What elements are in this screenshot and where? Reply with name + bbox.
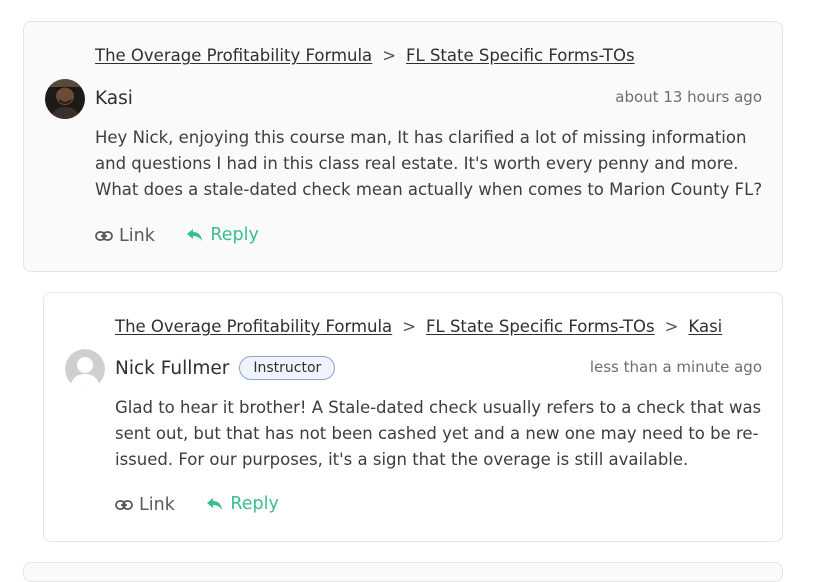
reply-arrow-icon — [187, 229, 203, 241]
breadcrumb-lesson-link[interactable]: FL State Specific Forms-TOs — [426, 317, 655, 336]
next-comment-card — [23, 562, 783, 582]
reply-arrow-icon — [207, 498, 223, 510]
breadcrumb-separator: > — [664, 317, 679, 336]
breadcrumb-lesson-link[interactable]: FL State Specific Forms-TOs — [406, 46, 635, 65]
comment-actions: Link Reply — [95, 225, 259, 247]
author-name[interactable]: Nick Fullmer — [115, 358, 229, 379]
comment-author: Kasi — [95, 88, 133, 109]
comment-author: Nick Fullmer Instructor — [115, 356, 336, 380]
link-button[interactable]: Link — [115, 495, 175, 515]
comment-body: Glad to hear it brother! A Stale-dated c… — [115, 398, 762, 469]
comment-timestamp: about 13 hours ago — [615, 88, 762, 106]
comment-card: The Overage Profitability Formula > FL Sta… — [23, 21, 783, 272]
link-label: Link — [119, 226, 155, 246]
avatar-photo — [45, 79, 85, 119]
breadcrumb-separator: > — [402, 317, 417, 336]
link-icon — [115, 500, 133, 510]
reply-card: The Overage Profitability Formula > FL Sta… — [43, 292, 783, 542]
breadcrumb-course-link[interactable]: The Overage Profitability Formula — [115, 317, 392, 336]
reply-button[interactable]: Reply — [206, 494, 279, 514]
avatar — [65, 349, 105, 389]
comment-actions: Link Reply — [115, 494, 279, 516]
breadcrumb: The Overage Profitability Formula > FL Sta… — [115, 317, 722, 336]
breadcrumb-course-link[interactable]: The Overage Profitability Formula — [95, 46, 372, 65]
breadcrumb: The Overage Profitability Formula > FL Sta… — [95, 46, 635, 65]
breadcrumb-separator: > — [382, 46, 397, 65]
instructor-badge: Instructor — [239, 356, 336, 380]
reply-label: Reply — [210, 225, 259, 245]
link-label: Link — [139, 495, 175, 515]
user-silhouette-icon — [65, 349, 105, 389]
author-name[interactable]: Kasi — [95, 88, 133, 109]
link-button[interactable]: Link — [95, 226, 155, 246]
avatar — [45, 79, 85, 119]
breadcrumb-parent-comment-link[interactable]: Kasi — [688, 317, 722, 336]
link-icon — [95, 231, 113, 241]
comment-timestamp: less than a minute ago — [589, 358, 762, 376]
comment-body: Hey Nick, enjoying this course man, It h… — [95, 128, 763, 199]
reply-button[interactable]: Reply — [186, 225, 259, 245]
reply-label: Reply — [230, 494, 279, 514]
